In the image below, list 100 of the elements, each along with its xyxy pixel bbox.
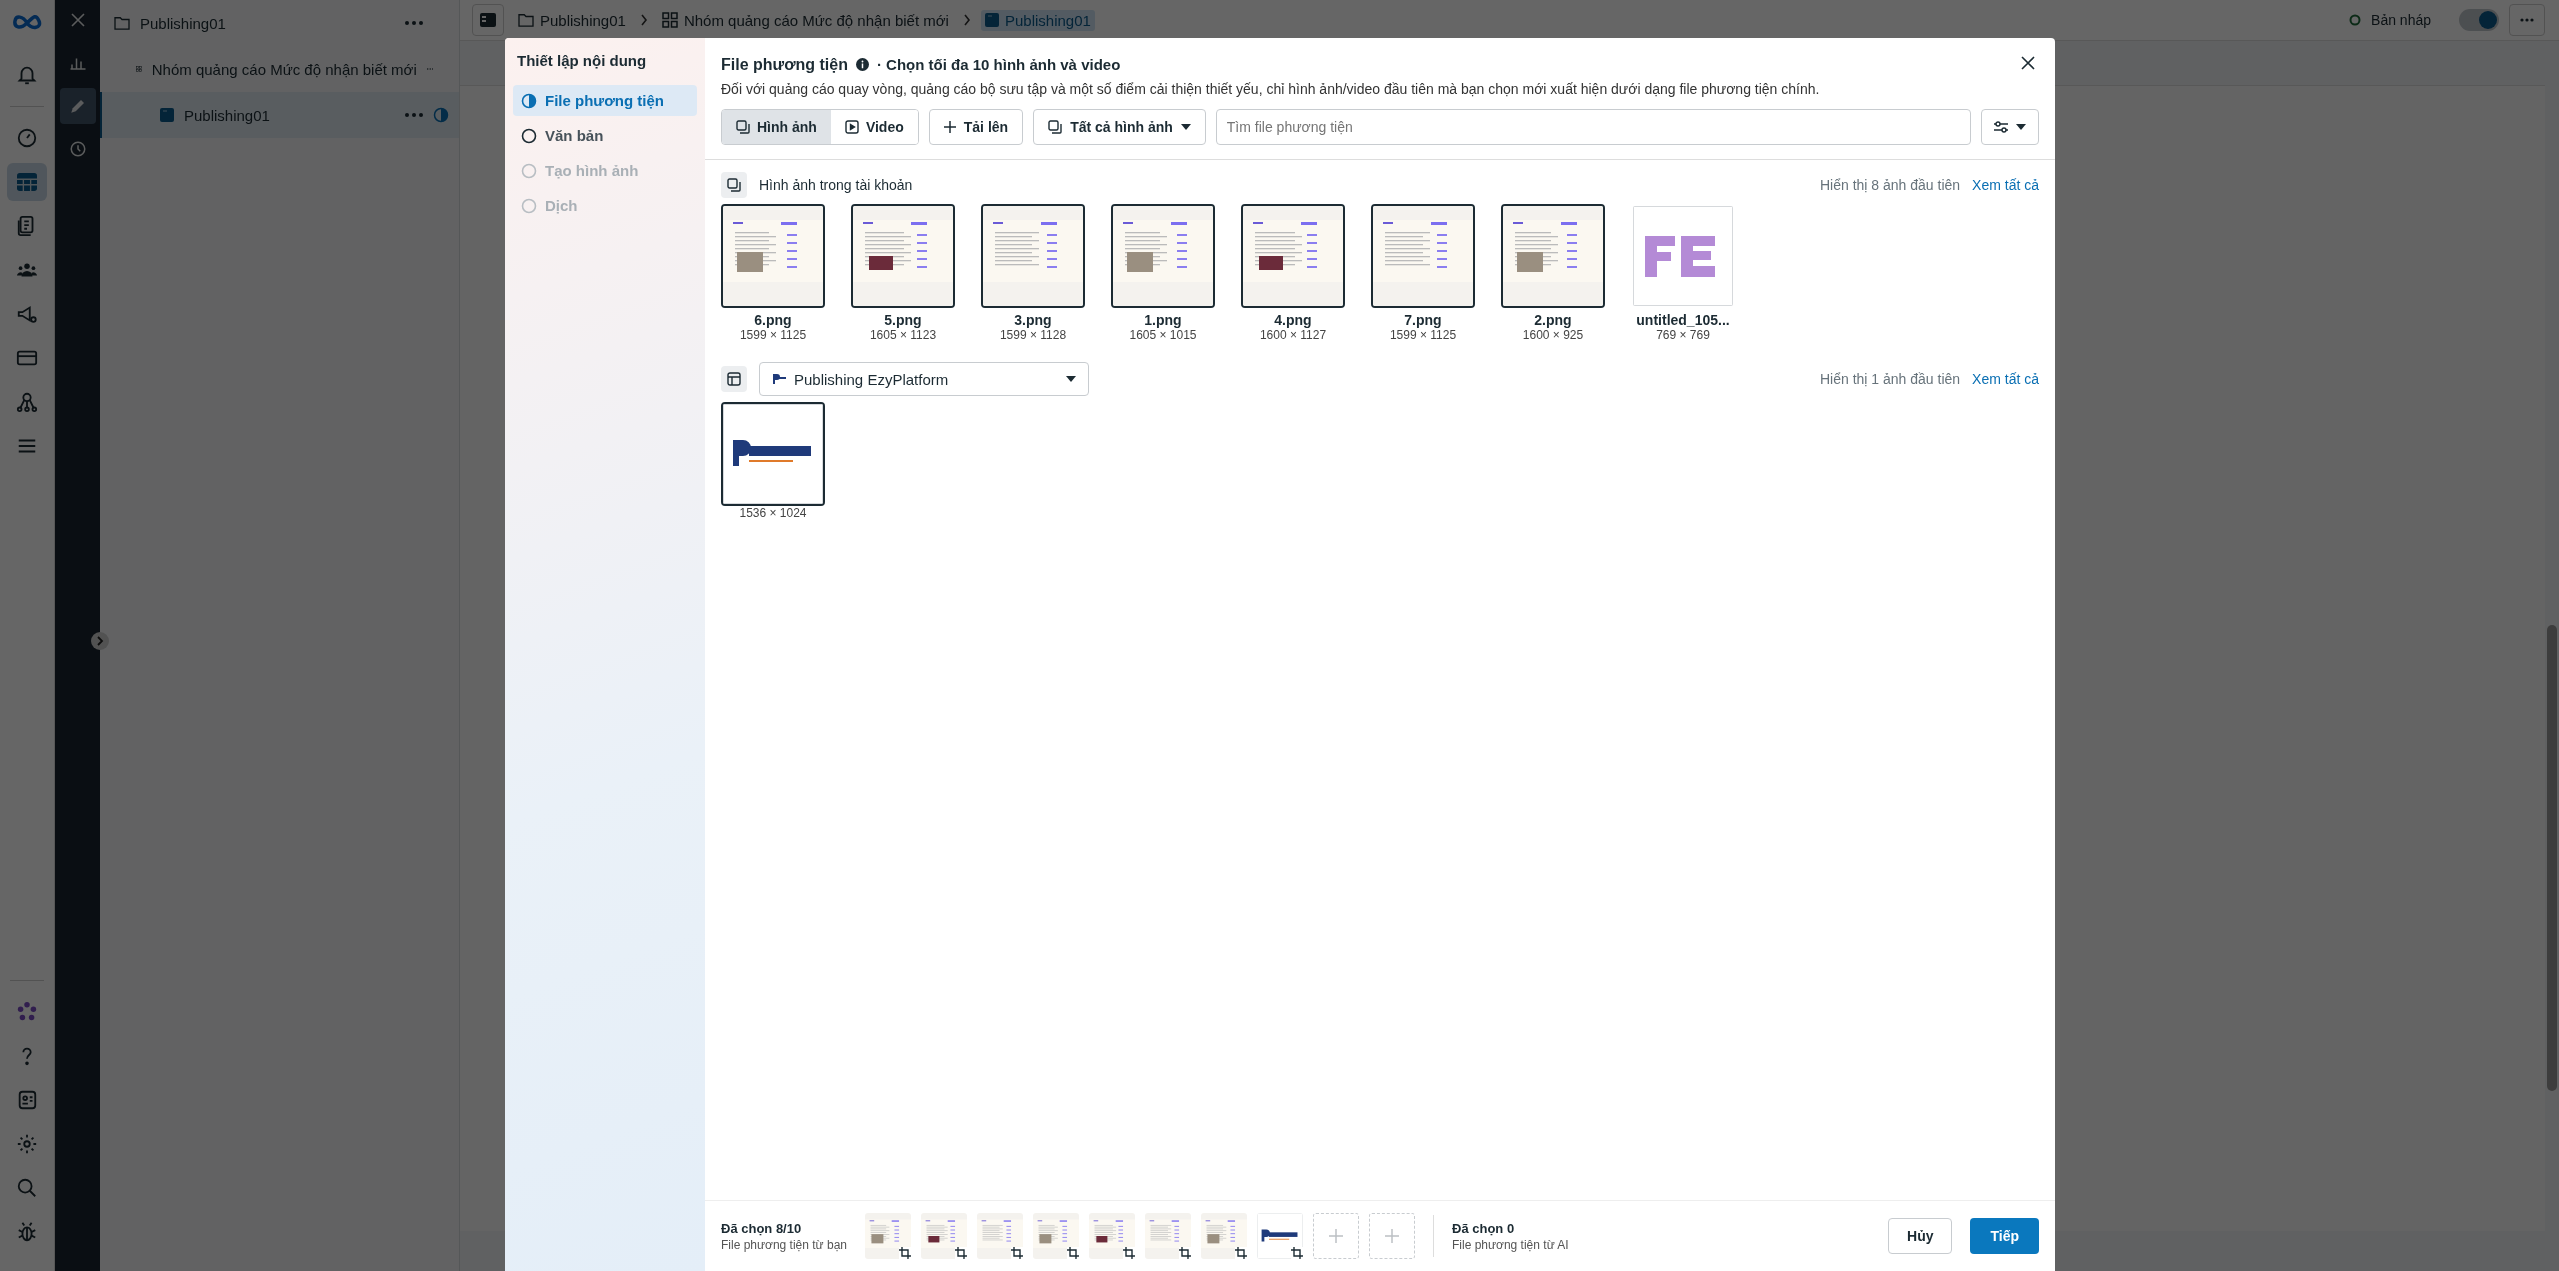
breadcrumb-item[interactable]: Nhóm quảng cáo Mức độ nhận biết mới bbox=[657, 9, 953, 31]
breadcrumb-label: Nhóm quảng cáo Mức độ nhận biết mới bbox=[683, 11, 949, 29]
selected-image-slot[interactable] bbox=[1201, 1213, 1247, 1259]
count-label: Hiển thị 8 ảnh đầu tiên bbox=[1819, 177, 1961, 193]
tool-button[interactable] bbox=[59, 88, 96, 124]
toggle-switch[interactable] bbox=[2459, 9, 2499, 31]
screenshot-thumbnail bbox=[1033, 1213, 1079, 1259]
info-icon[interactable] bbox=[855, 58, 869, 71]
filter-settings-button[interactable] bbox=[1981, 109, 2039, 145]
breadcrumb-item[interactable]: Publishing01 bbox=[514, 9, 630, 31]
screenshot-thumbnail bbox=[1089, 1213, 1135, 1259]
more-button[interactable] bbox=[2509, 4, 2545, 36]
chevron-right-icon bbox=[962, 14, 971, 26]
ai-source: File phương tiện từ AI bbox=[1452, 1237, 1569, 1252]
more-icon[interactable] bbox=[405, 21, 423, 25]
circle-icon bbox=[521, 162, 537, 179]
close-icon bbox=[69, 12, 86, 28]
section-title: Hình ảnh trong tài khoản bbox=[759, 177, 913, 193]
see-all-link[interactable]: Xem tất cả bbox=[1972, 371, 2039, 387]
flower-icon bbox=[16, 1001, 38, 1023]
bell-icon bbox=[16, 64, 38, 86]
network-icon bbox=[16, 391, 38, 413]
see-all-link[interactable]: Xem tất cả bbox=[1972, 177, 2039, 193]
tree-item[interactable]: Nhóm quảng cáo Mức độ nhận biết mới bbox=[100, 46, 459, 92]
selected-image-slot[interactable] bbox=[977, 1213, 1023, 1259]
tree-item[interactable]: Publishing01 bbox=[100, 92, 459, 138]
selected-image-slot[interactable] bbox=[1033, 1213, 1079, 1259]
step-item[interactable]: File phương tiện bbox=[513, 85, 697, 116]
selected-image-slot[interactable] bbox=[1145, 1213, 1191, 1259]
image-size: 1599 × 1125 bbox=[739, 328, 807, 342]
count-label: Hiển thị 1 ảnh đầu tiên bbox=[1819, 371, 1961, 387]
sidebar-title: Thiết lập nội dung bbox=[516, 52, 648, 71]
screenshot-thumbnail bbox=[1145, 1213, 1191, 1259]
filter-dropdown[interactable]: Tất cả hình ảnh bbox=[1033, 109, 1206, 145]
crop-icon[interactable] bbox=[1067, 1247, 1079, 1259]
megaphone-icon bbox=[16, 303, 38, 325]
selected-image-slot[interactable] bbox=[921, 1213, 967, 1259]
folder-icon bbox=[518, 13, 534, 27]
image-size: 1600 × 1127 bbox=[1259, 328, 1327, 342]
selected-image-slot[interactable] bbox=[1089, 1213, 1135, 1259]
selected-image-slot[interactable] bbox=[1257, 1213, 1303, 1259]
search-field[interactable]: Tìm file phương tiện bbox=[1215, 109, 1971, 145]
nav-button[interactable] bbox=[7, 163, 47, 201]
grid-icon bbox=[661, 12, 678, 28]
ad-square-icon bbox=[984, 13, 999, 27]
page-dropdown[interactable]: Publishing EzyPlatform bbox=[759, 362, 1089, 396]
folder-icon bbox=[114, 16, 130, 30]
tree-item[interactable]: Publishing01 bbox=[100, 0, 459, 46]
crop-icon[interactable] bbox=[1235, 1247, 1247, 1259]
expand-button[interactable] bbox=[91, 632, 109, 650]
image-size: 1599 × 1128 bbox=[999, 328, 1067, 342]
crop-icon[interactable] bbox=[1011, 1247, 1023, 1259]
step-item[interactable]: Văn bản bbox=[513, 120, 697, 151]
search-icon bbox=[16, 1177, 38, 1199]
media-type-tab[interactable]: Hình ảnh bbox=[722, 110, 831, 144]
crop-icon[interactable] bbox=[1291, 1247, 1303, 1259]
dropdown-value: Publishing EzyPlatform bbox=[794, 370, 950, 388]
image-size: 1536 × 1024 bbox=[739, 506, 807, 520]
pencil-icon bbox=[68, 97, 87, 115]
panel-toggle-button[interactable] bbox=[472, 4, 504, 36]
upload-button[interactable]: Tải lên bbox=[928, 109, 1024, 145]
tree-item-label: Publishing01 bbox=[140, 14, 227, 32]
caret-icon bbox=[1180, 124, 1191, 130]
crop-icon[interactable] bbox=[1123, 1247, 1135, 1259]
image-name: 3.png bbox=[1014, 312, 1052, 328]
breadcrumb-label: Publishing01 bbox=[1004, 11, 1091, 29]
dialog-title: File phương tiện bbox=[721, 55, 848, 74]
images-icon bbox=[736, 120, 750, 134]
more-icon[interactable] bbox=[426, 67, 434, 71]
table-icon bbox=[16, 172, 38, 192]
screenshot-thumbnail bbox=[921, 1213, 967, 1259]
image-name: 4.png bbox=[1274, 312, 1312, 328]
selected-image-slot[interactable] bbox=[865, 1213, 911, 1259]
crop-icon[interactable] bbox=[955, 1247, 967, 1259]
more-icon[interactable] bbox=[405, 113, 423, 117]
circle-icon bbox=[521, 127, 537, 144]
step-label: Dịch bbox=[545, 197, 578, 214]
cancel-button[interactable]: Hủy bbox=[1888, 1218, 1953, 1254]
dialog-subtitle: · Chọn tối đa 10 hình ảnh và video bbox=[876, 56, 1121, 73]
page-logo-icon bbox=[772, 373, 786, 385]
crop-icon[interactable] bbox=[1179, 1247, 1191, 1259]
breadcrumb-label: Publishing01 bbox=[540, 11, 626, 29]
chevron-right-icon bbox=[639, 14, 648, 26]
image-name: 6.png bbox=[754, 312, 792, 328]
image-size: 1599 × 1125 bbox=[1389, 328, 1457, 342]
scrollbar[interactable] bbox=[2547, 625, 2557, 1091]
ai-selected-count: Đã chọn 0 bbox=[1452, 1220, 1516, 1236]
play-icon bbox=[844, 120, 859, 134]
step-label: Tạo hình ảnh bbox=[545, 162, 639, 179]
image-name: 2.png bbox=[1534, 312, 1572, 328]
screenshot-thumbnail bbox=[1201, 1213, 1247, 1259]
next-button[interactable]: Tiếp bbox=[1970, 1218, 2039, 1254]
dialog-description: Đối với quảng cáo quay vòng, quảng cáo bộ sưu tập và một số điểm cải thiện thiết yếu, chỉ hình ảnh/video đầu tiên mà bạn chọn mới xuất hiện dưới dạng file phương tiện chính. bbox=[721, 81, 1821, 97]
selected-count: Đã chọn 8/10 bbox=[721, 1220, 803, 1236]
settings-icon bbox=[16, 1133, 38, 1155]
plus-icon bbox=[1385, 1229, 1399, 1243]
step-label: Văn bản bbox=[545, 127, 604, 144]
screenshot-thumbnail bbox=[865, 1213, 911, 1259]
images-icon bbox=[1048, 120, 1063, 134]
crop-icon[interactable] bbox=[899, 1247, 911, 1259]
